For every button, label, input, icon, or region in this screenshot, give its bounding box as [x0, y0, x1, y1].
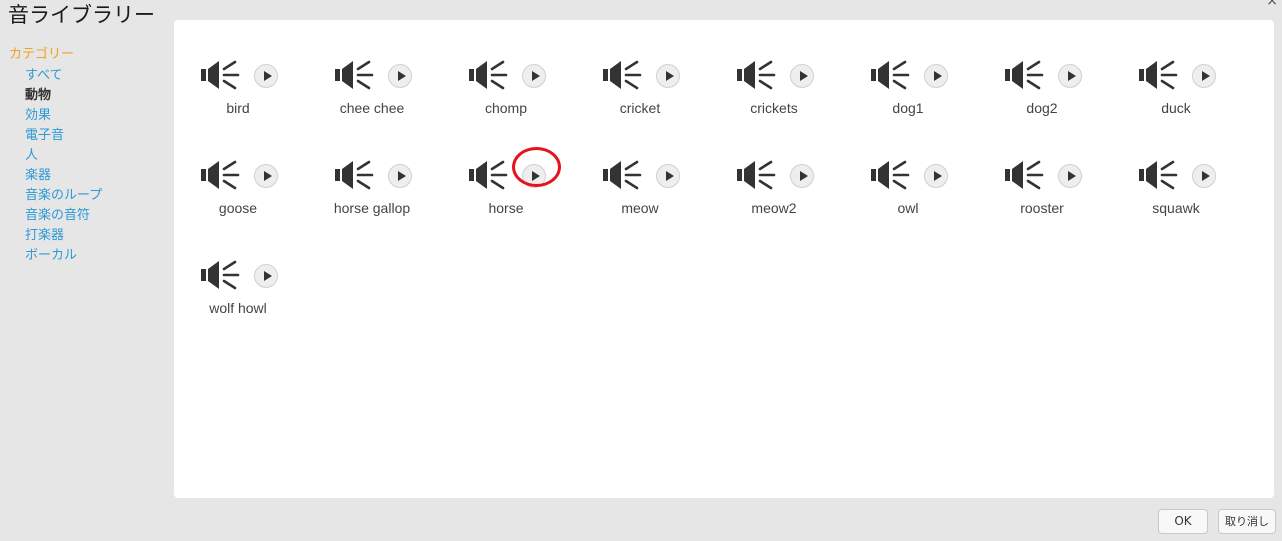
sound-tile[interactable]: wolf howl	[173, 250, 307, 322]
sound-tile[interactable]: crickets	[709, 50, 843, 122]
sound-name: bird	[226, 100, 250, 116]
sound-tile[interactable]: squawk	[1111, 150, 1245, 222]
sound-name: horse	[488, 200, 524, 216]
dialog-title: 音ライブラリー	[8, 3, 155, 27]
play-icon[interactable]	[790, 164, 814, 188]
speaker-icon	[1138, 60, 1178, 90]
category-list: すべて 動物 効果 電子音人楽器 音楽のループ 音楽の音符 打楽器 ボーカル	[9, 66, 169, 266]
play-icon[interactable]	[656, 164, 680, 188]
speaker-icon	[1004, 160, 1044, 190]
play-icon[interactable]	[1192, 64, 1216, 88]
sound-tile[interactable]: owl	[843, 150, 977, 222]
sound-tile[interactable]: dog1	[843, 50, 977, 122]
sound-tile[interactable]: goose	[173, 150, 307, 222]
play-icon[interactable]	[1192, 164, 1216, 188]
speaker-icon	[468, 160, 508, 190]
close-icon[interactable]: ×	[1266, 0, 1278, 8]
play-icon[interactable]	[388, 164, 412, 188]
play-icon[interactable]	[656, 64, 680, 88]
speaker-icon	[1004, 60, 1044, 90]
category-item[interactable]: ボーカル	[25, 246, 169, 266]
category-item[interactable]: 音楽の音符	[25, 206, 169, 226]
speaker-icon	[468, 60, 508, 90]
play-icon[interactable]	[790, 64, 814, 88]
speaker-icon	[200, 260, 240, 290]
play-icon[interactable]	[924, 164, 948, 188]
play-icon[interactable]	[254, 64, 278, 88]
sound-name: dog1	[892, 100, 924, 116]
speaker-icon	[334, 160, 374, 190]
play-icon[interactable]	[1058, 64, 1082, 88]
speaker-icon	[200, 160, 240, 190]
sound-name: duck	[1161, 100, 1191, 116]
play-icon[interactable]	[1058, 164, 1082, 188]
category-item[interactable]: すべて	[25, 66, 169, 86]
sound-name: owl	[897, 200, 919, 216]
sound-tile[interactable]: chee chee	[307, 50, 441, 122]
category-header: カテゴリー	[9, 47, 75, 62]
sound-library-panel: bird chee chee chomp cricket crickets dog1 dog…	[174, 20, 1274, 498]
sound-tile[interactable]: bird	[173, 50, 307, 122]
sound-name: goose	[218, 200, 258, 216]
sound-tile[interactable]: meow	[575, 150, 709, 222]
speaker-icon	[334, 60, 374, 90]
sound-name: horse gallop	[333, 200, 411, 216]
play-icon[interactable]	[254, 264, 278, 288]
category-item[interactable]: 動物	[25, 86, 169, 106]
sound-grid: bird chee chee chomp cricket crickets dog1 dog…	[174, 20, 1274, 498]
ok-button[interactable]: OK	[1158, 509, 1208, 534]
category-item[interactable]: 楽器	[25, 166, 169, 186]
sound-tile[interactable]: horse	[441, 150, 575, 222]
category-item[interactable]: 音楽のループ	[25, 186, 169, 206]
speaker-icon	[602, 160, 642, 190]
sound-tile[interactable]: cricket	[575, 50, 709, 122]
sound-name: chomp	[484, 100, 528, 116]
speaker-icon	[1138, 160, 1178, 190]
sound-tile[interactable]: horse gallop	[307, 150, 441, 222]
category-item[interactable]: 打楽器	[25, 226, 169, 246]
category-item[interactable]: 効果	[25, 106, 169, 126]
sound-tile[interactable]: chomp	[441, 50, 575, 122]
speaker-icon	[870, 160, 910, 190]
play-icon[interactable]	[388, 64, 412, 88]
sound-tile[interactable]: dog2	[977, 50, 1111, 122]
sound-name: meow2	[751, 200, 797, 216]
speaker-icon	[736, 60, 776, 90]
speaker-icon	[602, 60, 642, 90]
play-icon[interactable]	[924, 64, 948, 88]
cancel-button[interactable]: 取り消し	[1218, 509, 1276, 534]
speaker-icon	[200, 60, 240, 90]
category-item[interactable]: 電子音	[25, 126, 169, 146]
sound-name: chee chee	[339, 100, 405, 116]
speaker-icon	[736, 160, 776, 190]
sound-name: meow	[621, 200, 659, 216]
category-item[interactable]: 人	[25, 146, 169, 166]
sound-name: wolf howl	[209, 300, 267, 316]
play-icon[interactable]	[522, 64, 546, 88]
sound-name: crickets	[750, 100, 798, 116]
sound-tile[interactable]: meow2	[709, 150, 843, 222]
play-icon[interactable]	[254, 164, 278, 188]
sound-name: cricket	[619, 100, 661, 116]
sound-name: squawk	[1152, 200, 1200, 216]
sound-name: rooster	[1020, 200, 1064, 216]
category-sidebar: カテゴリー すべて 動物 効果 電子音人楽器 音楽のループ 音楽の音符 打楽器 ボーカル	[9, 46, 169, 266]
sound-name: dog2	[1026, 100, 1058, 116]
play-icon[interactable]	[522, 164, 546, 188]
speaker-icon	[870, 60, 910, 90]
sound-tile[interactable]: rooster	[977, 150, 1111, 222]
sound-tile[interactable]: duck	[1111, 50, 1245, 122]
